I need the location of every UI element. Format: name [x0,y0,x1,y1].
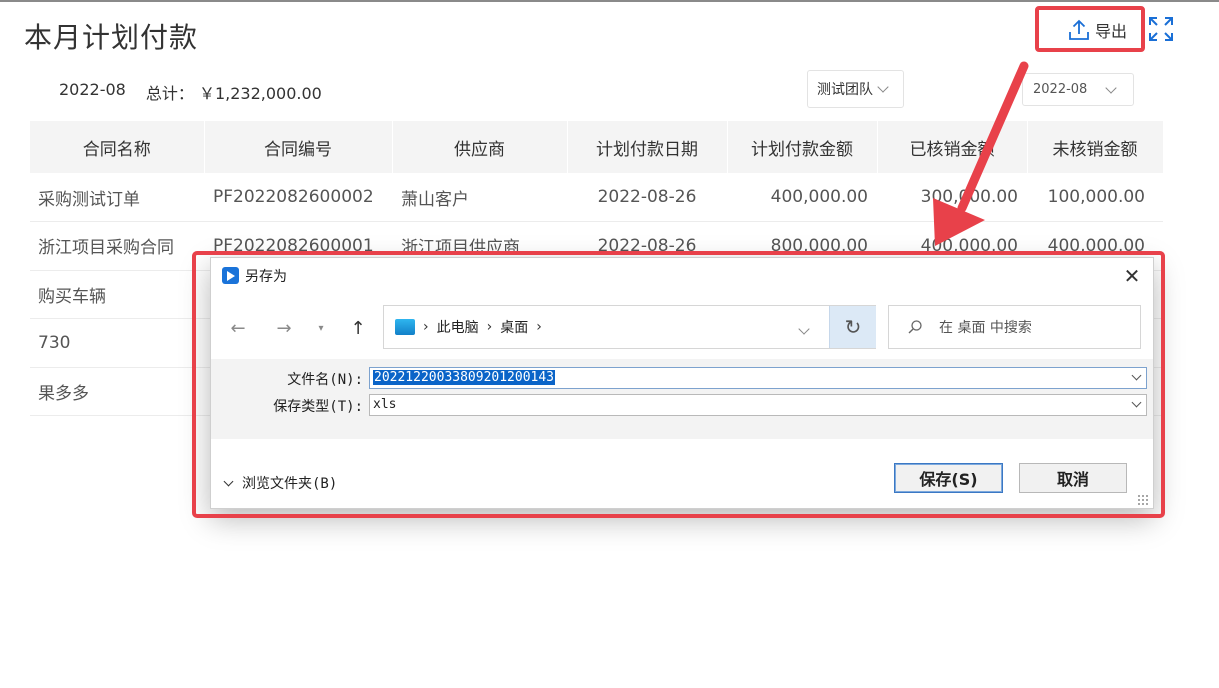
team-select[interactable]: 测试团队 [807,70,904,108]
column-header[interactable]: 未核销金额 [1027,121,1164,173]
search-icon [908,320,922,334]
summary-total-label: 总计： [145,84,194,103]
chevron-down-icon[interactable] [1131,397,1142,408]
save-as-dialog: 另存为 ✕ ← → ▾ ↑ › 此电脑 › 桌面 › ↻ 在 桌面 中搜索 文件… [210,257,1154,509]
filetype-label: 保存类型(T): [273,399,363,415]
filename-label: 文件名(N): [287,372,363,388]
refresh-icon[interactable]: ↻ [829,306,876,348]
column-header[interactable]: 计划付款金额 [727,121,878,173]
chevron-down-icon [1105,81,1117,94]
column-header[interactable]: 合同编号 [204,121,393,173]
address-dropdown[interactable] [792,318,816,338]
cell-contract-name: 果多多 [30,367,204,417]
fullscreen-icon[interactable] [1148,16,1174,42]
chevron-down-icon [798,323,810,335]
month-select-value: 2022-08 [1033,82,1088,97]
chevron-down-icon [223,476,234,486]
recent-locations-icon[interactable]: ▾ [308,318,334,340]
cell-contract-name: 730 [30,318,204,368]
breadcrumb-this-pc[interactable]: 此电脑 [437,317,479,337]
export-button[interactable]: 导出 [1067,14,1127,46]
column-header[interactable]: 合同名称 [30,121,205,173]
breadcrumb-desktop[interactable]: 桌面 [500,317,528,337]
address-bar[interactable]: › 此电脑 › 桌面 › ↻ [383,305,876,349]
chevron-down-icon[interactable] [1131,370,1142,381]
cancel-button[interactable]: 取消 [1019,463,1127,493]
cell-plan-date: 2022-08-26 [567,173,727,223]
forward-arrow-icon[interactable]: → [271,318,297,340]
close-icon[interactable]: ✕ [1117,264,1147,288]
cell-written-off: 300,000.00 [877,173,1027,223]
summary-bar: 2022-08 总计： ￥1,232,000.00 [59,80,322,104]
computer-icon [395,319,415,335]
browse-folders-label: 浏览文件夹(B) [242,476,338,492]
save-button[interactable]: 保存(S) [894,463,1003,493]
filetype-value: xls [373,397,397,412]
dialog-fields-panel: 文件名(N): 20221220033809201200143 保存类型(T):… [211,359,1153,439]
upload-icon [1069,19,1089,40]
cell-contract-name: 浙江项目采购合同 [30,221,204,271]
dialog-titlebar: 另存为 ✕ [211,258,1153,292]
export-label: 导出 [1095,22,1128,41]
table-row[interactable]: 采购测试订单 PF2022082600002 萧山客户 2022-08-26 4… [30,173,1163,223]
browse-folders-toggle[interactable]: 浏览文件夹(B) [223,473,338,493]
breadcrumb-separator-icon[interactable]: › [536,319,542,335]
app-icon [222,267,239,284]
month-select[interactable]: 2022-08 [1022,73,1134,106]
filename-value: 20221220033809201200143 [373,370,556,385]
breadcrumb-separator-icon[interactable]: › [423,319,429,335]
column-header[interactable]: 计划付款日期 [567,121,728,173]
column-header[interactable]: 供应商 [392,121,568,173]
search-input[interactable]: 在 桌面 中搜索 [888,305,1141,349]
filetype-select[interactable]: xls [369,394,1147,416]
column-header[interactable]: 已核销金额 [877,121,1028,173]
cell-contract-name: 购买车辆 [30,270,204,320]
table-header-row: 合同名称 合同编号 供应商 计划付款日期 计划付款金额 已核销金额 未核销金额 [30,121,1164,173]
team-select-value: 测试团队 [817,82,873,98]
up-arrow-icon[interactable]: ↑ [345,318,371,340]
breadcrumb-separator-icon[interactable]: › [487,319,493,335]
chevron-down-icon [877,81,889,93]
dialog-title: 另存为 [245,269,287,285]
cell-outstanding: 100,000.00 [1027,173,1163,223]
cell-contract-no: PF2022082600002 [204,173,392,223]
summary-total-value: ￥1,232,000.00 [198,84,322,103]
page-title: 本月计划付款 [24,21,199,54]
cell-plan-amount: 400,000.00 [727,173,877,223]
cell-supplier: 萧山客户 [392,173,567,223]
top-border [0,0,1219,2]
search-placeholder: 在 桌面 中搜索 [939,320,1032,336]
summary-month: 2022-08 [59,80,126,99]
resize-grip-icon[interactable] [1137,494,1149,506]
back-arrow-icon[interactable]: ← [225,318,251,340]
filename-field[interactable]: 20221220033809201200143 [369,367,1147,389]
cell-contract-name: 采购测试订单 [30,173,204,223]
